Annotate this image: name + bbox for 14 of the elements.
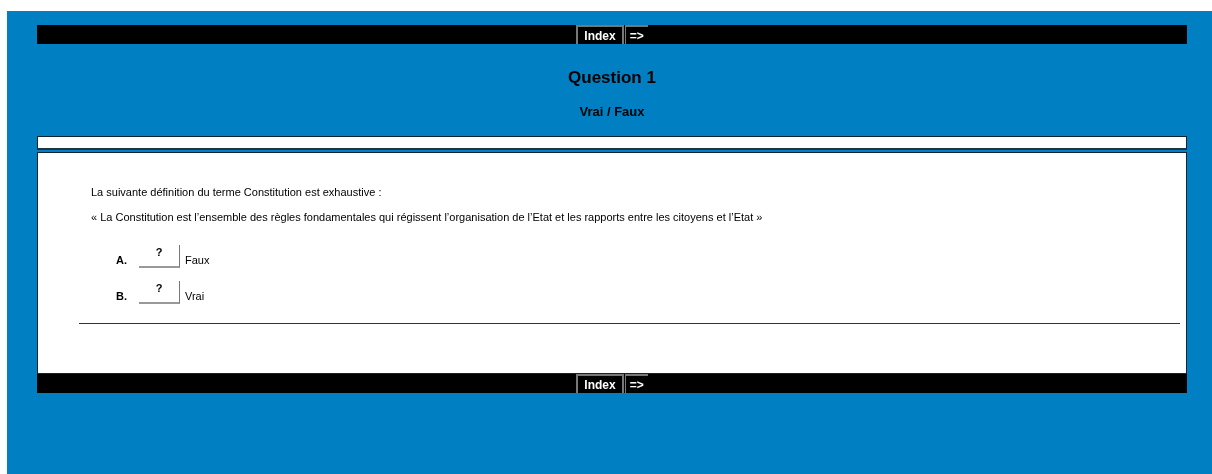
index-link[interactable]: Index <box>576 374 624 393</box>
question-title: Question 1 <box>567 67 657 88</box>
answer-field[interactable]: ? <box>139 281 180 304</box>
index-link[interactable]: Index <box>576 25 624 44</box>
question-type: Vrai / Faux <box>578 103 646 119</box>
question-quote: « La Constitution est l’ensemble des règles fondamentales qui régissent l’organisation de l’Etat et les rapports entre les citoyens et l’Etat » <box>91 211 764 223</box>
next-link[interactable]: => <box>624 25 648 44</box>
question-prompt: La suivante définition du terme Constitution est exhaustive : <box>91 186 383 198</box>
answer-field[interactable]: ? <box>139 245 180 268</box>
answer-letter: B. <box>116 290 128 304</box>
answer-label: Faux <box>185 254 210 268</box>
answer-label: Vrai <box>185 290 205 304</box>
answer-letter: A. <box>116 254 128 268</box>
next-link[interactable]: => <box>624 374 648 393</box>
